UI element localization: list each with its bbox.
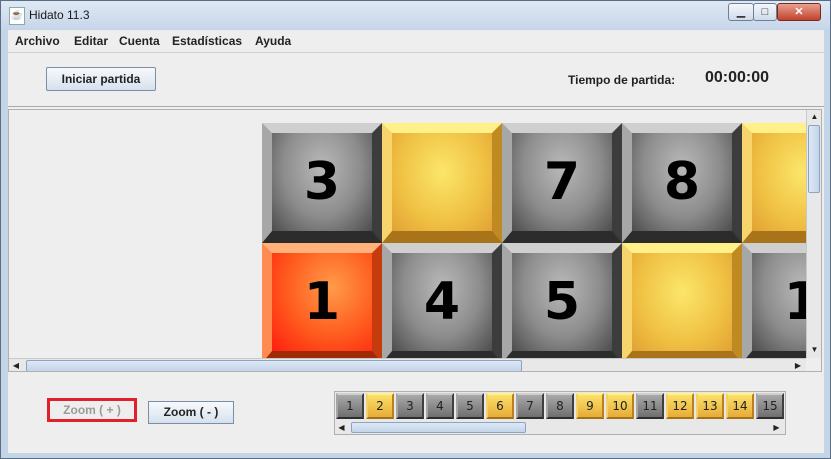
- bottom-panel: Zoom ( + ) Zoom ( - ) 1 2 3 4 5 6 7 8 9 10 11 12 13 1…: [8, 374, 824, 453]
- palette-tile[interactable]: 11: [636, 393, 664, 419]
- palette-tile[interactable]: 3: [396, 393, 424, 419]
- scroll-left-icon[interactable]: ◀: [9, 359, 23, 371]
- palette-tile[interactable]: 15: [756, 393, 784, 419]
- palette-tile[interactable]: 12: [666, 393, 694, 419]
- board-cell[interactable]: 7: [502, 123, 622, 243]
- palette-tile[interactable]: 13: [696, 393, 724, 419]
- board-horizontal-scrollbar[interactable]: ◀ ▶: [9, 358, 806, 371]
- vertical-scroll-thumb[interactable]: [808, 125, 820, 193]
- game-time-label: Tiempo de partida:: [568, 73, 676, 87]
- palette-tile[interactable]: 2: [366, 393, 394, 419]
- game-time-value: 00:00:00: [705, 69, 770, 86]
- palette-tile[interactable]: 5: [456, 393, 484, 419]
- board-cell[interactable]: [382, 123, 502, 243]
- board-scroll-pane: 3781451 ▲ ▼ ◀ ▶: [8, 109, 822, 372]
- game-toolbar: Iniciar partida Tiempo de partida: 00:00…: [8, 53, 824, 107]
- board-vertical-scrollbar[interactable]: ▲ ▼: [806, 110, 821, 358]
- board-cell[interactable]: [622, 243, 742, 358]
- palette-scrollbar[interactable]: ◀ ▶: [335, 421, 785, 434]
- scroll-down-icon[interactable]: ▼: [808, 343, 821, 357]
- board-cell[interactable]: 3: [262, 123, 382, 243]
- menu-ayuda[interactable]: Ayuda: [255, 34, 291, 48]
- board-cell[interactable]: 1: [742, 243, 806, 358]
- palette-tile[interactable]: 14: [726, 393, 754, 419]
- board-cell[interactable]: 5: [502, 243, 622, 358]
- start-game-button[interactable]: Iniciar partida: [46, 67, 156, 91]
- menu-cuenta[interactable]: Cuenta: [119, 34, 160, 48]
- palette-scroll-right-icon[interactable]: ▶: [770, 421, 783, 434]
- java-icon: ☕: [9, 7, 25, 25]
- scroll-up-icon[interactable]: ▲: [808, 110, 821, 124]
- board-cell[interactable]: 8: [622, 123, 742, 243]
- close-button[interactable]: ✕: [777, 3, 821, 21]
- hidato-board: 3781451: [262, 123, 806, 358]
- palette-scroll-left-icon[interactable]: ◀: [335, 421, 348, 434]
- title-bar[interactable]: ☕ Hidato 11.3 ▁ □ ✕: [1, 1, 830, 29]
- zoom-in-button[interactable]: Zoom ( + ): [47, 398, 137, 422]
- horizontal-scroll-thumb[interactable]: [26, 360, 522, 371]
- board-cell[interactable]: 4: [382, 243, 502, 358]
- palette-tile[interactable]: 8: [546, 393, 574, 419]
- window-title: Hidato 11.3: [29, 8, 90, 22]
- app-window: ☕ Hidato 11.3 ▁ □ ✕ Archivo Editar Cuent…: [0, 0, 831, 459]
- menu-bar: Archivo Editar Cuenta Estadísticas Ayuda: [8, 30, 824, 53]
- minimize-button[interactable]: ▁: [728, 3, 754, 21]
- palette-tile[interactable]: 10: [606, 393, 634, 419]
- board-cell[interactable]: 1: [262, 243, 382, 358]
- palette-tile[interactable]: 6: [486, 393, 514, 419]
- palette-viewport: 1 2 3 4 5 6 7 8 9 10 11 12 13 14 15: [335, 392, 785, 420]
- palette-tile[interactable]: 9: [576, 393, 604, 419]
- palette-tile[interactable]: 1: [336, 393, 364, 419]
- number-palette: 1 2 3 4 5 6 7 8 9 10 11 12 13 14 15 ◀ ▶: [334, 391, 786, 435]
- client-area: Archivo Editar Cuenta Estadísticas Ayuda…: [8, 30, 824, 453]
- menu-estadisticas[interactable]: Estadísticas: [172, 34, 242, 48]
- menu-editar[interactable]: Editar: [74, 34, 108, 48]
- board-viewport: 3781451: [9, 110, 806, 358]
- zoom-out-button[interactable]: Zoom ( - ): [148, 401, 234, 424]
- palette-tile[interactable]: 4: [426, 393, 454, 419]
- scroll-right-icon[interactable]: ▶: [791, 359, 805, 371]
- menu-archivo[interactable]: Archivo: [15, 34, 60, 48]
- palette-tile[interactable]: 7: [516, 393, 544, 419]
- palette-scroll-thumb[interactable]: [351, 422, 526, 433]
- board-cell[interactable]: [742, 123, 806, 243]
- maximize-button[interactable]: □: [753, 3, 777, 21]
